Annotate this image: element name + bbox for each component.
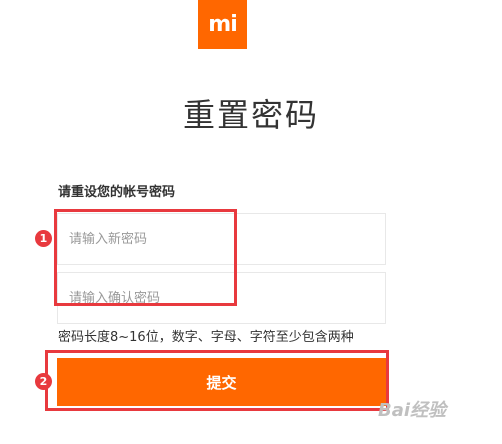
submit-button[interactable]: 提交 — [57, 358, 386, 406]
annotation-badge-1: 1 — [35, 230, 52, 247]
annotation-box-1 — [54, 209, 237, 306]
logo-text: mi — [208, 12, 237, 37]
mi-logo[interactable]: mi — [198, 0, 247, 49]
password-hint: 密码长度8~16位，数字、字母、字符至少包含两种 — [58, 330, 354, 345]
form-label: 请重设您的帐号密码 — [58, 185, 176, 200]
page-title: 重置密码 — [182, 96, 319, 134]
annotation-badge-2: 2 — [35, 373, 52, 390]
watermark: Bai经验 — [378, 400, 447, 421]
